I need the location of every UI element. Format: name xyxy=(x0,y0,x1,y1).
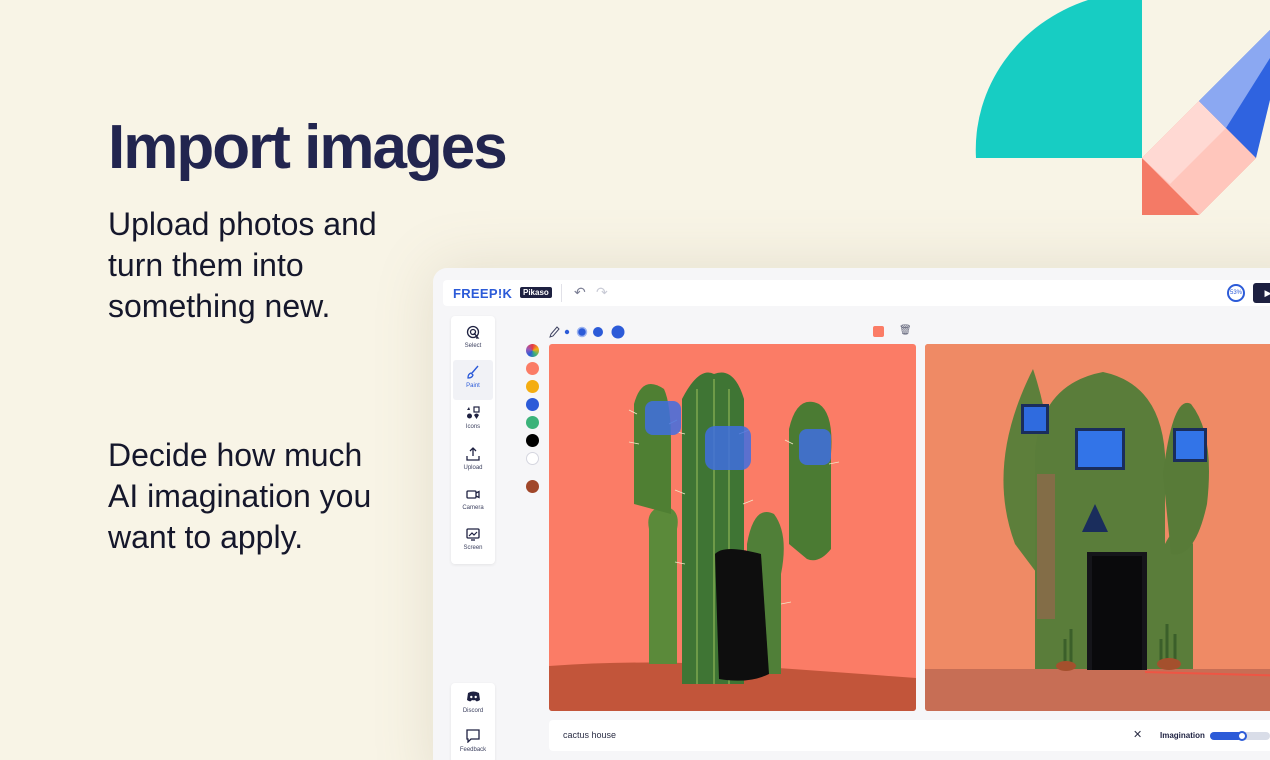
sketch-canvas[interactable] xyxy=(549,344,916,711)
tool-select[interactable]: Select xyxy=(453,320,493,360)
blue-window-mark-right xyxy=(799,429,831,465)
credits-indicator[interactable]: 53% xyxy=(1227,284,1245,302)
cactus-photo-sketch xyxy=(549,372,916,711)
generated-result[interactable] xyxy=(925,344,1270,711)
tool-upload[interactable]: Upload xyxy=(453,442,493,482)
imagination-slider[interactable] xyxy=(1210,731,1270,741)
pikaso-app-window: FREEP!K Pikaso ↶ ↷ 53% ▶ Select Paint Ic… xyxy=(433,268,1270,760)
divider xyxy=(561,284,562,302)
brush-size-md xyxy=(593,327,603,337)
teal-quarter-circle xyxy=(975,0,1142,158)
pencil-icon xyxy=(549,326,560,338)
prompt-input[interactable]: cactus house xyxy=(563,730,616,740)
brush-size-xs xyxy=(564,329,570,335)
blue-window-mark-left xyxy=(645,401,681,435)
tool-label: Discord xyxy=(462,708,484,714)
screen-icon xyxy=(453,522,493,544)
tool-label: Icons xyxy=(465,424,481,430)
upload-icon xyxy=(453,442,493,464)
swatch-brown[interactable] xyxy=(526,480,539,493)
tool-camera[interactable]: Camera xyxy=(453,482,493,522)
clear-prompt-icon[interactable]: ✕ xyxy=(1133,728,1142,741)
pikaso-badge: Pikaso xyxy=(520,287,552,298)
freepik-logo[interactable]: FREEP!K xyxy=(453,286,512,301)
undo-icon[interactable]: ↶ xyxy=(574,284,586,301)
blue-window-mark-center xyxy=(705,426,751,470)
imagination-slider-knob[interactable] xyxy=(1236,731,1247,741)
brush-icon xyxy=(453,360,493,382)
hero-title: Import images xyxy=(108,113,508,182)
bottom-sidebar: Discord Feedback xyxy=(451,683,495,760)
feedback-icon xyxy=(453,724,493,746)
house-wood-side xyxy=(1037,474,1055,619)
select-icon xyxy=(453,320,493,342)
tool-label: Upload xyxy=(463,465,483,471)
tool-screen[interactable]: Screen xyxy=(453,522,493,562)
tool-sidebar: Select Paint Icons Upload Camera Screen xyxy=(451,316,495,564)
brush-size-sm xyxy=(576,326,588,338)
swatch-coral[interactable] xyxy=(526,362,539,375)
cactus-house-render xyxy=(925,344,1270,711)
tool-paint[interactable]: Paint xyxy=(453,360,493,400)
shapes-icon xyxy=(453,401,493,423)
current-color-swatch[interactable] xyxy=(873,326,884,337)
swatch-white[interactable] xyxy=(526,452,539,465)
imagination-label: Imagination xyxy=(1160,731,1205,740)
tool-icons[interactable]: Icons xyxy=(453,401,493,441)
swatch-blue[interactable] xyxy=(526,398,539,411)
tool-label: Paint xyxy=(466,383,480,389)
tool-label: Camera xyxy=(462,505,484,511)
tool-discord[interactable]: Discord xyxy=(453,685,493,725)
black-door-mark xyxy=(715,549,769,681)
swatch-green[interactable] xyxy=(526,416,539,429)
brush-size-lg xyxy=(611,325,625,339)
top-bar: FREEP!K Pikaso ↶ ↷ 53% ▶ xyxy=(443,280,1270,306)
trash-icon[interactable]: 🗑 xyxy=(899,325,912,336)
swatch-black[interactable] xyxy=(526,434,539,447)
color-picker-swatch[interactable] xyxy=(526,344,539,357)
tool-label: Select xyxy=(464,343,482,349)
tool-feedback[interactable]: Feedback xyxy=(453,724,493,760)
play-button[interactable]: ▶ xyxy=(1253,283,1270,303)
discord-icon xyxy=(453,685,493,707)
hero-paragraph-upload: Upload photos and turn them into somethi… xyxy=(108,206,377,324)
hero-paragraph-imagination: Decide how much AI imagination you want … xyxy=(108,437,372,555)
tool-label: Feedback xyxy=(459,747,487,753)
brush-size-bar xyxy=(549,325,625,339)
redo-icon[interactable]: ↷ xyxy=(596,284,608,301)
camera-icon xyxy=(453,482,493,504)
pencil-shape xyxy=(1142,30,1270,215)
tool-label: Screen xyxy=(463,545,483,551)
swatch-yellow[interactable] xyxy=(526,380,539,393)
prompt-bar: cactus house ✕ Imagination xyxy=(549,720,1270,751)
